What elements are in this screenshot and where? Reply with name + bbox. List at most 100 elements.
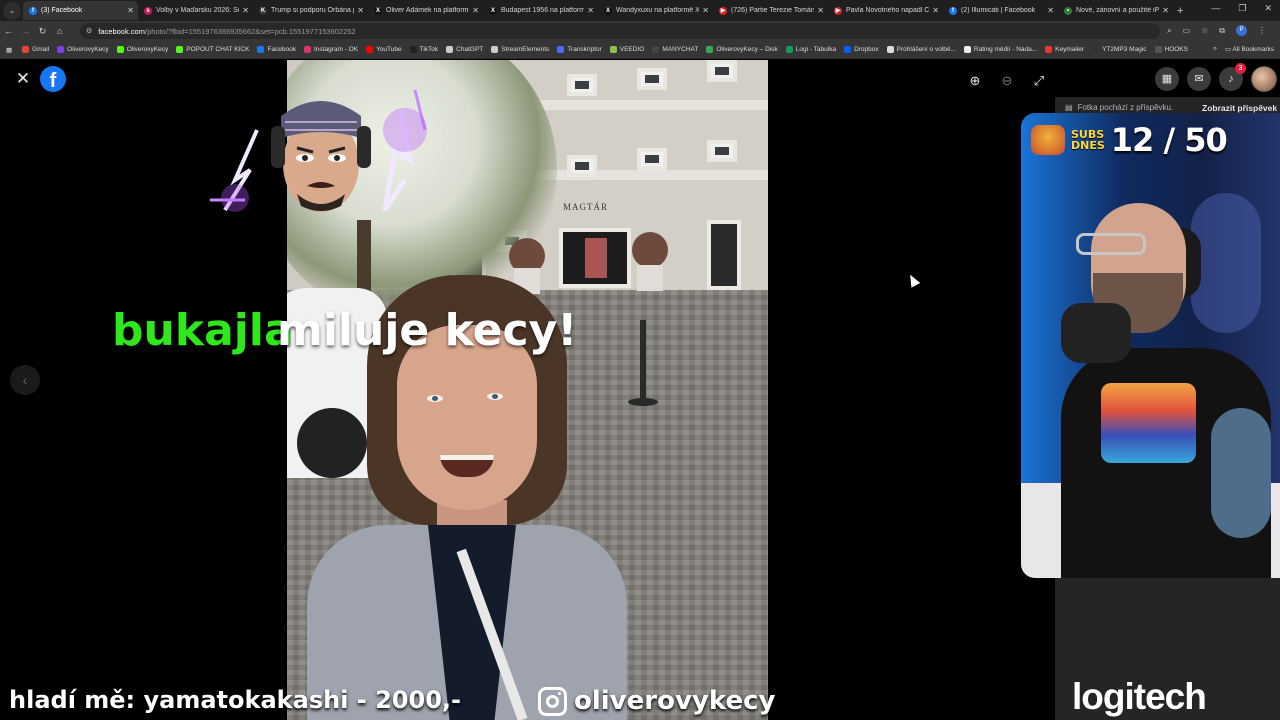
- tab-close-icon[interactable]: ✕: [932, 6, 939, 15]
- bookmark-item[interactable]: OliverovyKecy: [57, 46, 109, 53]
- browser-tab[interactable]: K Trump si podporu Orbána při ✕: [253, 1, 368, 20]
- more-bookmarks-button[interactable]: »: [1213, 45, 1217, 53]
- bookmark-item[interactable]: OliverovyKecy – Disk: [706, 46, 778, 53]
- bookmark-item[interactable]: Prohlášení o volbě...: [886, 46, 956, 53]
- browser-tab[interactable]: ▶ Pavla Novotného napadl Cavo✕: [828, 1, 943, 20]
- person-eye: [427, 395, 443, 402]
- tab-close-icon[interactable]: ✕: [472, 6, 479, 15]
- building-window: [637, 148, 667, 170]
- home-icon[interactable]: ⌂: [51, 26, 68, 36]
- bookmark-item[interactable]: StreamElements: [491, 46, 549, 53]
- tip-ticker: hladí mě: yamatokakashi - 2000,-: [9, 686, 461, 714]
- plant-pot: [637, 265, 663, 291]
- google-lens-icon[interactable]: ⌕: [1167, 26, 1171, 36]
- fullscreen-icon[interactable]: ⤢: [1028, 70, 1050, 92]
- bookmark-item[interactable]: Gmail: [22, 46, 49, 53]
- tab-close-icon[interactable]: ✕: [357, 6, 364, 15]
- previous-photo-icon[interactable]: ‹: [10, 365, 40, 395]
- tab-close-icon[interactable]: ✕: [127, 6, 134, 15]
- donor-message: miluje kecy!: [277, 305, 578, 356]
- forward-icon[interactable]: →: [17, 26, 34, 36]
- browser-tab[interactable]: ▶ (726) Partie Terezie Tománkov✕: [713, 1, 828, 20]
- browser-tab[interactable]: X Wandyxuxu na platformě X: „ ✕: [598, 1, 713, 20]
- browser-tab[interactable]: f (2) Illumicati | Facebook ✕: [943, 1, 1058, 20]
- browser-tab[interactable]: • Nové, zánovní a použité iPho ✕: [1058, 1, 1173, 20]
- bookmark-item[interactable]: YT2MP3 Magic: [1092, 46, 1147, 53]
- bookmark-item[interactable]: Instagram - OK: [304, 46, 358, 53]
- bookmark-item[interactable]: MANYCHAT: [652, 46, 698, 53]
- streamer-arm: [1211, 408, 1271, 538]
- bookmark-favicon-icon: [1045, 46, 1053, 53]
- tab-close-icon[interactable]: ✕: [1047, 6, 1054, 15]
- building-window: [567, 74, 597, 96]
- facebook-profile-avatar[interactable]: [1251, 66, 1277, 92]
- bookmark-item[interactable]: HOOKS: [1154, 46, 1188, 53]
- bookmark-label: Gmail: [32, 46, 50, 53]
- bookmark-item[interactable]: POPOUT CHAT KICK: [176, 46, 249, 53]
- browser-tab[interactable]: X Budapest 1956 na platformě X✕: [483, 1, 598, 20]
- close-window-button[interactable]: ✕: [1264, 3, 1272, 14]
- site-info-icon[interactable]: ⚙: [86, 27, 92, 35]
- tab-title: Volby v Maďarsku 2026: Souh: [156, 7, 239, 14]
- bookmark-item[interactable]: YouTube: [366, 46, 402, 53]
- toolbar-actions: ⌕ ▭ ☆ ⧉ P ⋮: [1167, 25, 1266, 36]
- cast-icon[interactable]: ▭: [1183, 26, 1191, 35]
- bookmark-item[interactable]: Dropbox: [844, 46, 879, 53]
- cartoon-head-icon: [271, 101, 371, 212]
- address-bar[interactable]: ⚙ facebook.com/photo/?fbid=1551976386935…: [80, 23, 1160, 39]
- tab-search-button[interactable]: ⌄: [3, 1, 21, 20]
- window-controls: — ❐ ✕: [1211, 3, 1272, 14]
- messenger-icon[interactable]: ✉: [1187, 67, 1211, 91]
- view-post-link[interactable]: Zobrazit příspěvek: [1202, 103, 1277, 113]
- menu-grid-icon[interactable]: ▦: [1155, 67, 1179, 91]
- extensions-icon[interactable]: ⧉: [1219, 26, 1225, 36]
- profile-avatar[interactable]: P: [1236, 25, 1247, 36]
- reload-icon[interactable]: ↻: [34, 26, 51, 37]
- facebook-logo[interactable]: f: [40, 66, 66, 92]
- zoom-out-icon[interactable]: ⊖: [996, 70, 1018, 92]
- bookmark-item[interactable]: Rating médií - Nada...: [963, 46, 1038, 53]
- browser-tab[interactable]: s Volby v Maďarsku 2026: Souh✕: [138, 1, 253, 20]
- tab-close-icon[interactable]: ✕: [817, 6, 824, 15]
- browser-tab[interactable]: f (3) Facebook ✕: [23, 1, 138, 20]
- tab-close-icon[interactable]: ✕: [587, 6, 594, 15]
- zoom-in-icon[interactable]: ⊕: [964, 70, 986, 92]
- tab-close-icon[interactable]: ✕: [1162, 6, 1169, 15]
- bookmark-item[interactable]: Transkriptor: [557, 46, 602, 53]
- bookmark-favicon-icon: [366, 46, 374, 53]
- instagram-handle-overlay: oliverovykecy: [538, 686, 775, 716]
- minimize-button[interactable]: —: [1211, 3, 1220, 14]
- building-window: [637, 68, 667, 90]
- bookmark-item[interactable]: Facebook: [257, 46, 296, 53]
- close-viewer-icon[interactable]: ✕: [12, 68, 34, 90]
- bookmark-list: Gmail OliverovyKecy OliverovyKecy POPOUT CH…: [22, 46, 1196, 53]
- building-window: [707, 60, 737, 82]
- streamer: [1031, 188, 1280, 578]
- apps-icon[interactable]: ▦: [6, 46, 12, 54]
- bookmark-label: Rating médií - Nada...: [973, 46, 1038, 53]
- notifications-icon[interactable]: ♪ 3: [1219, 63, 1246, 91]
- facebook-header-actions: ▦ ✉ ♪ 3: [1155, 63, 1277, 92]
- tab-close-icon[interactable]: ✕: [242, 6, 249, 15]
- subs-label-line2: DNES: [1071, 139, 1105, 152]
- menu-icon[interactable]: ⋮: [1258, 26, 1266, 35]
- tab-favicon-icon: ▶: [719, 6, 727, 15]
- bookmark-label: ChatGPT: [456, 46, 484, 53]
- building-door: [707, 220, 741, 290]
- bookmark-item[interactable]: Keymailer: [1045, 46, 1084, 53]
- new-tab-button[interactable]: +: [1177, 5, 1183, 17]
- browser-tab[interactable]: X Oliver Adámek na platformě X✕: [368, 1, 483, 20]
- all-bookmarks-folder[interactable]: ▭ All Bookmarks: [1225, 45, 1274, 53]
- bookmark-item[interactable]: VEEDIO: [609, 46, 644, 53]
- bookmark-star-icon[interactable]: ☆: [1201, 26, 1208, 35]
- bookmark-label: HOOKS: [1164, 46, 1188, 53]
- tab-close-icon[interactable]: ✕: [702, 6, 709, 15]
- bookmark-item[interactable]: OliverovyKecy: [116, 46, 168, 53]
- streamer-glasses: [1076, 233, 1146, 255]
- back-icon[interactable]: ←: [0, 26, 17, 36]
- bookmark-item[interactable]: Logi - Tabulka: [785, 46, 836, 53]
- instagram-handle: oliverovykecy: [574, 686, 776, 716]
- maximize-button[interactable]: ❐: [1238, 3, 1246, 14]
- bookmark-item[interactable]: TikTok: [409, 46, 438, 53]
- bookmark-item[interactable]: ChatGPT: [446, 46, 483, 53]
